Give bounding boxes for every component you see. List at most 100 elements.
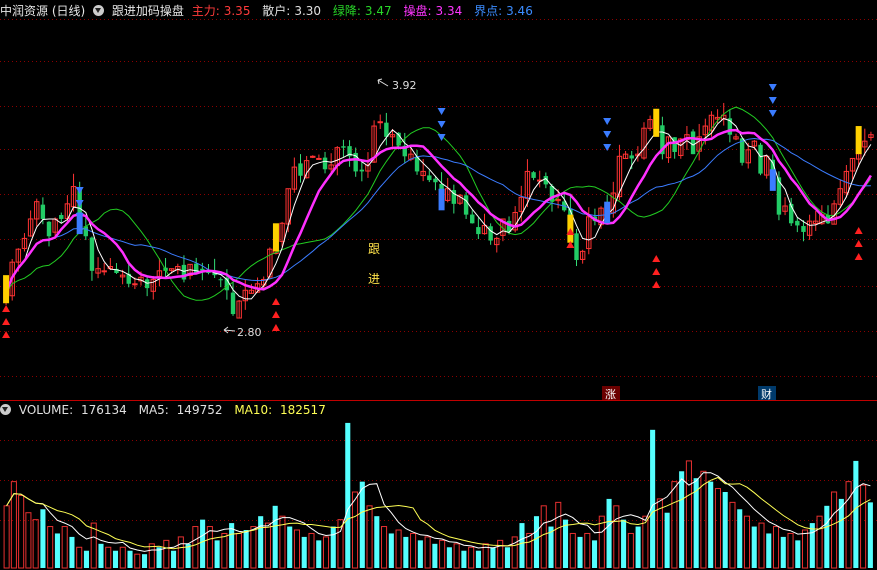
volume-bar	[802, 529, 809, 569]
volume-bar	[235, 532, 242, 569]
volume-bar	[287, 526, 293, 568]
volume-bar	[780, 536, 786, 568]
volume-bar	[533, 516, 540, 568]
volume-bar	[351, 491, 359, 569]
candle-body	[476, 227, 481, 235]
tag-zhang: 涨	[605, 388, 616, 401]
signal-bar-yellow	[3, 275, 10, 304]
volume-bar	[134, 553, 141, 569]
signal-bar-yellow	[272, 223, 279, 252]
volume-bar	[446, 547, 452, 568]
indicator-item-trade: 操盘: 3.34	[403, 4, 463, 18]
candle-body	[463, 195, 469, 215]
volume-bar	[388, 533, 394, 568]
volume-bar	[83, 550, 90, 568]
volume-bar	[526, 532, 533, 569]
candle-body	[322, 157, 328, 170]
volume-bar	[685, 460, 692, 569]
candle-body	[470, 214, 475, 224]
price-header: 中润资源 (日线) 跟进加码操盘 主力: 3.35 散户: 3.30 绿降: 3.47…	[0, 2, 541, 20]
volume-bar	[743, 515, 751, 569]
volume-bar	[708, 481, 714, 568]
buy-triangle	[652, 255, 661, 262]
volume-grid	[0, 440, 877, 521]
volume-bar	[381, 526, 388, 569]
volume-bar	[468, 546, 475, 569]
candle-body	[801, 226, 806, 232]
buy-triangle	[2, 305, 11, 312]
volume-bar	[76, 546, 83, 569]
high-label: 3.92	[392, 79, 417, 92]
volume-dropdown-icon[interactable]	[0, 404, 11, 415]
volume-bar	[61, 526, 68, 569]
candle-body	[40, 204, 46, 219]
volume-bar	[795, 540, 801, 568]
sell-triangle	[768, 97, 777, 104]
sell-triangle	[603, 131, 612, 138]
volume-bar	[250, 526, 257, 569]
indicator-title[interactable]: 跟进加码操盘	[112, 4, 184, 18]
volume-bars	[3, 422, 873, 569]
high-arrow	[377, 78, 389, 87]
volume-bar	[519, 523, 525, 568]
sell-triangle	[437, 134, 446, 141]
price-grid	[0, 19, 877, 377]
tag-cai: 财	[761, 387, 772, 401]
sell-triangle	[437, 121, 446, 128]
volume-bar	[497, 539, 504, 569]
candle-body	[629, 155, 634, 159]
volume-bar	[766, 533, 772, 568]
candle-body	[433, 178, 438, 183]
candle-body	[46, 221, 52, 237]
buy-triangle	[854, 227, 863, 234]
volume-bar	[853, 460, 859, 568]
kline-chart[interactable]: 3.92 2.80 跟 进 涨 财	[0, 0, 877, 570]
volume-bar	[584, 532, 591, 569]
candle-body	[230, 292, 236, 315]
volume-bar	[816, 515, 823, 569]
volume-bar	[141, 554, 148, 568]
volume-bar	[824, 505, 830, 568]
candle-body	[89, 237, 95, 271]
volume-bar	[395, 529, 402, 569]
volume-bar	[621, 519, 627, 568]
candle-body	[531, 172, 536, 178]
volume-bar	[592, 540, 598, 568]
volume-bar	[221, 532, 228, 569]
volume-bar	[119, 546, 126, 569]
candle-body	[341, 146, 346, 148]
volume-bar	[504, 547, 510, 568]
volume-bar	[751, 526, 757, 568]
volume-bar	[860, 484, 867, 569]
buy-triangle	[271, 298, 280, 305]
candle-body	[795, 220, 800, 226]
volume-bar	[177, 536, 184, 569]
candle-body	[377, 121, 383, 124]
volume-bar	[845, 481, 852, 569]
volume-bar	[867, 502, 873, 568]
volume-bar	[606, 498, 612, 568]
buy-triangle	[271, 324, 280, 331]
volume-bar	[650, 429, 656, 568]
volume-bar	[272, 505, 278, 568]
dropdown-icon[interactable]	[93, 5, 105, 16]
volume-bar	[322, 536, 330, 569]
volume-item: VOLUME: 176134	[18, 403, 127, 417]
volume-bar	[613, 505, 620, 569]
volume-bar	[562, 519, 569, 568]
volume-bar	[366, 505, 373, 569]
volume-bar	[722, 492, 728, 568]
volume-bar	[424, 536, 431, 569]
sell-triangle	[75, 200, 84, 207]
volume-bar	[679, 471, 685, 568]
volume-bar	[664, 512, 670, 568]
volume-bar	[627, 532, 634, 569]
volume-bar	[671, 481, 678, 569]
candle-body	[59, 215, 64, 219]
volume-bar	[555, 501, 562, 569]
low-label: 2.80	[237, 326, 262, 339]
candle-body	[218, 279, 223, 281]
candle-body	[359, 169, 365, 172]
volume-bar	[301, 536, 307, 568]
volume-bar	[200, 519, 206, 568]
